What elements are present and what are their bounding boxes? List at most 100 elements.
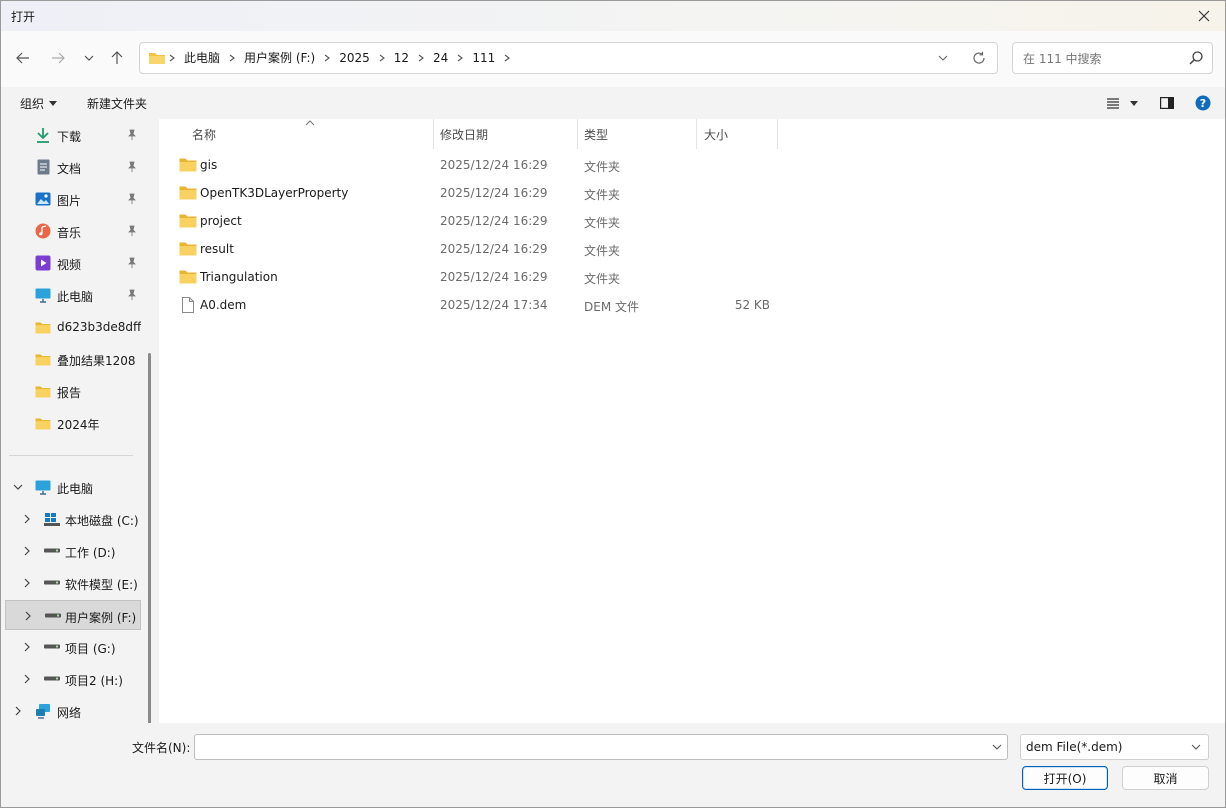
pin-icon[interactable]	[126, 161, 138, 173]
tree-item-drive-h[interactable]: 项目2 (H:)	[1, 664, 141, 694]
drive-icon	[45, 608, 61, 624]
breadcrumb-24[interactable]: 24	[427, 43, 454, 73]
tree-item-network[interactable]: 网络	[1, 696, 141, 723]
tree-item-drive-e[interactable]: 软件模型 (E:)	[1, 568, 141, 598]
open-file-dialog: 打开 此电脑 用户案例 (F:) 2025 12 24 111 在 111 中搜…	[0, 0, 1226, 808]
file-modified: 2025/12/24 16:29	[440, 158, 548, 172]
chevron-down-icon[interactable]	[12, 481, 24, 493]
column-header-label: 类型	[584, 128, 609, 142]
chevron-right-icon[interactable]	[21, 577, 33, 589]
folder-icon	[179, 186, 197, 200]
tree-item-this-pc[interactable]: 此电脑	[1, 472, 141, 502]
tree-item-drive-d[interactable]: 工作 (D:)	[1, 536, 141, 566]
download-icon	[35, 127, 51, 143]
folder-icon	[35, 415, 51, 431]
organize-menu[interactable]: 组织	[20, 95, 58, 112]
file-row[interactable]: A0.dem 2025/12/24 17:34 DEM 文件 52 KB	[173, 291, 933, 319]
navigation-bar: 此电脑 用户案例 (F:) 2025 12 24 111	[1, 31, 1225, 87]
tree-item-label: 工作 (D:)	[65, 546, 116, 560]
file-type-select[interactable]: dem File(*.dem)	[1020, 734, 1209, 760]
view-options-button[interactable]	[1104, 95, 1122, 111]
sidebar-item-downloads[interactable]: 下载	[1, 120, 141, 150]
breadcrumb-12[interactable]: 12	[388, 43, 415, 73]
file-row[interactable]: Triangulation 2025/12/24 16:29 文件夹	[173, 263, 933, 291]
search-icon[interactable]	[1188, 50, 1204, 66]
column-header-size[interactable]: 大小	[697, 119, 777, 149]
chevron-down-icon	[84, 55, 94, 61]
sidebar-item-documents[interactable]: 文档	[1, 152, 141, 182]
chevron-right-icon[interactable]	[21, 673, 33, 685]
arrow-left-icon	[16, 52, 29, 64]
view-dropdown[interactable]	[1125, 95, 1143, 111]
preview-pane-button[interactable]	[1158, 95, 1176, 111]
chevron-right-icon[interactable]	[21, 641, 33, 653]
address-history-dropdown[interactable]	[933, 48, 953, 68]
sidebar-item-folder[interactable]: d623b3de8dff	[1, 312, 141, 342]
chevron-right-icon[interactable]	[21, 513, 33, 525]
pin-icon[interactable]	[126, 225, 138, 237]
caret-down-icon	[1130, 100, 1138, 106]
tree-item-drive-g[interactable]: 项目 (G:)	[1, 632, 141, 662]
tree-item-label: 网络	[57, 706, 82, 720]
tree-item-label: 本地磁盘 (C:)	[65, 514, 139, 528]
command-bar: 组织 新建文件夹 ?	[1, 87, 1225, 119]
address-bar[interactable]: 此电脑 用户案例 (F:) 2025 12 24 111	[139, 42, 998, 74]
search-input[interactable]	[1021, 49, 1185, 69]
organize-label: 组织	[20, 97, 45, 111]
preview-pane-icon	[1160, 97, 1174, 109]
chevron-right-icon[interactable]	[22, 610, 34, 622]
sidebar-scrollbar[interactable]	[148, 353, 151, 723]
file-type: 文件夹	[584, 244, 621, 258]
computer-icon	[35, 287, 51, 303]
back-button[interactable]	[12, 47, 34, 69]
recent-locations-button[interactable]	[78, 47, 100, 69]
breadcrumb-111[interactable]: 111	[466, 43, 501, 73]
sidebar-item-this-pc[interactable]: 此电脑	[1, 280, 141, 310]
close-icon[interactable]	[1193, 5, 1215, 27]
sidebar-item-videos[interactable]: 视频	[1, 248, 141, 278]
tree-item-drive-c[interactable]: 本地磁盘 (C:)	[1, 504, 141, 534]
file-name: Triangulation	[200, 270, 278, 284]
breadcrumb-2025[interactable]: 2025	[333, 43, 376, 73]
breadcrumb-drive-f[interactable]: 用户案例 (F:)	[238, 43, 321, 73]
sidebar-item-folder[interactable]: 2024年	[1, 408, 141, 438]
network-icon	[35, 703, 51, 719]
pin-icon[interactable]	[126, 289, 138, 301]
file-type: 文件夹	[584, 216, 621, 230]
sidebar-item-pictures[interactable]: 图片	[1, 184, 141, 214]
file-row[interactable]: result 2025/12/24 16:29 文件夹	[173, 235, 933, 263]
pin-icon[interactable]	[126, 193, 138, 205]
file-row[interactable]: project 2025/12/24 16:29 文件夹	[173, 207, 933, 235]
column-header-type[interactable]: 类型	[578, 119, 696, 149]
column-header-name[interactable]: 名称	[159, 119, 433, 149]
open-button[interactable]: 打开(O)	[1022, 766, 1108, 790]
forward-button[interactable]	[47, 47, 69, 69]
sidebar-item-folder[interactable]: 报告	[1, 376, 141, 406]
sidebar-item-label: 文档	[57, 162, 82, 176]
cancel-button[interactable]: 取消	[1122, 766, 1209, 790]
folder-icon	[35, 319, 51, 335]
drive-icon	[44, 575, 60, 591]
column-header-modified[interactable]: 修改日期	[434, 119, 577, 149]
pin-icon[interactable]	[126, 129, 138, 141]
filename-input[interactable]	[201, 739, 985, 757]
column-divider[interactable]	[777, 119, 778, 149]
file-row[interactable]: gis 2025/12/24 16:29 文件夹	[173, 151, 933, 179]
filename-combobox[interactable]	[194, 734, 1008, 760]
new-folder-button[interactable]: 新建文件夹	[87, 95, 147, 112]
address-folder-icon	[148, 51, 166, 65]
chevron-right-icon[interactable]	[501, 54, 513, 62]
tree-item-drive-f[interactable]: 用户案例 (F:)	[5, 600, 141, 630]
help-button[interactable]: ?	[1194, 95, 1212, 111]
pin-icon[interactable]	[126, 257, 138, 269]
refresh-button[interactable]	[969, 48, 989, 68]
sidebar-item-music[interactable]: 音乐	[1, 216, 141, 246]
file-row[interactable]: OpenTK3DLayerProperty 2025/12/24 16:29 文…	[173, 179, 933, 207]
search-box[interactable]	[1012, 42, 1213, 74]
breadcrumb-this-pc[interactable]: 此电脑	[178, 43, 226, 73]
chevron-down-icon[interactable]	[991, 741, 1003, 753]
chevron-right-icon[interactable]	[21, 545, 33, 557]
sidebar-item-folder[interactable]: 叠加结果1208	[1, 344, 141, 374]
chevron-right-icon[interactable]	[12, 705, 24, 717]
up-button[interactable]	[106, 47, 128, 69]
